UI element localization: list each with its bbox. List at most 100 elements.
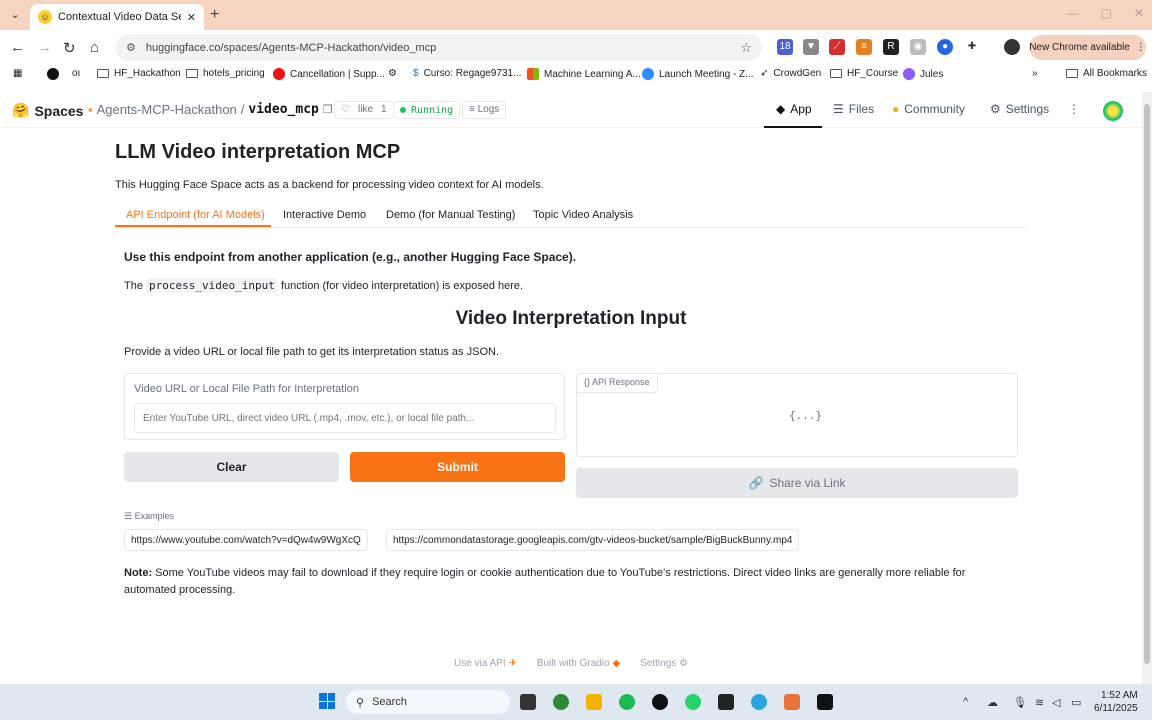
close-window-icon[interactable]: ✕ [1134, 6, 1144, 20]
all-bookmarks[interactable]: All Bookmarks [1066, 68, 1147, 79]
file-explorer-icon[interactable] [586, 694, 602, 710]
all-bookmarks-label: All Bookmarks [1083, 68, 1147, 79]
camera-icon[interactable]: ◉ [910, 39, 926, 55]
maximize-icon[interactable]: ▢ [1101, 6, 1112, 20]
bookmark-item[interactable]: Machine Learning A... [527, 68, 641, 80]
video-url-input[interactable] [134, 403, 556, 433]
wifi-icon[interactable]: ≋ [1035, 696, 1044, 709]
user-avatar[interactable] [1103, 101, 1123, 121]
chrome-icon[interactable] [553, 694, 569, 710]
extension-new-icon[interactable]: ≡ [856, 39, 872, 55]
site-info-icon[interactable]: ⚙ [126, 41, 136, 54]
telegram-icon[interactable] [751, 694, 767, 710]
minimize-icon[interactable]: — [1067, 6, 1079, 20]
tab-app-label: App [790, 102, 812, 116]
tab-manual-demo[interactable]: Demo (for Manual Testing) [386, 209, 515, 221]
bookmark-item[interactable]: Launch Meeting - Z... [642, 68, 754, 80]
forward-icon[interactable]: → [37, 39, 52, 56]
status-badge[interactable]: Running [393, 101, 461, 119]
tab-settings[interactable]: ⚙ Settings [990, 102, 1049, 116]
submit-button[interactable]: Submit [350, 452, 565, 482]
back-icon[interactable]: ← [10, 39, 25, 56]
hf-favicon-icon: ☺ [38, 10, 52, 24]
bookmark-item[interactable]: Cancellation | Supp... [273, 68, 385, 80]
tab-topic-video-analysis[interactable]: Topic Video Analysis [533, 209, 633, 221]
extension-badge-icon[interactable]: 18 [777, 39, 793, 55]
breadcrumb: ▪ Agents-MCP-Hackathon / video_mcp ❐ [88, 102, 333, 117]
use-via-api-link[interactable]: Use via API ✈ [454, 658, 517, 669]
page-scrollbar[interactable] [1142, 92, 1152, 684]
bookmark-item[interactable]: $ Curso: Regage9731... [413, 68, 521, 79]
org-link[interactable]: Agents-MCP-Hackathon [97, 102, 237, 117]
terminal-icon[interactable] [817, 694, 833, 710]
task-view-icon[interactable] [520, 694, 536, 710]
more-options-icon[interactable]: ⋮ [1068, 102, 1080, 116]
new-tab-button[interactable]: + [210, 6, 219, 24]
app-w-icon[interactable] [718, 694, 734, 710]
tray-overflow-icon[interactable]: ^ [963, 696, 968, 708]
windows-start-icon[interactable] [319, 693, 335, 709]
onedrive-icon[interactable]: ☁ [987, 696, 998, 709]
kebab-menu-icon[interactable]: ⋮ [1136, 42, 1146, 53]
bookmark-star-icon[interactable]: ☆ [740, 40, 752, 56]
battery-icon[interactable]: ▭ [1071, 696, 1081, 709]
browser-tab[interactable]: ☺ Contextual Video Data Server (I ✕ [30, 4, 204, 30]
system-clock[interactable]: 1:52 AM 6/11/2025 [1094, 689, 1138, 715]
heart-icon: ♡ [341, 104, 350, 115]
like-button[interactable]: ♡ like 1 [334, 101, 394, 119]
reload-icon[interactable]: ↻ [63, 39, 76, 57]
volume-icon[interactable]: ◁ [1052, 696, 1060, 709]
like-label: like [357, 104, 373, 115]
new-chrome-available-button[interactable]: New Chrome available ⋮ [1029, 35, 1146, 60]
tab-app[interactable]: ◆ App [776, 102, 812, 116]
jules-icon [903, 68, 915, 80]
apps-grid-icon[interactable]: ▦ [13, 68, 22, 79]
share-via-link-button[interactable]: 🔗 Share via Link [576, 468, 1018, 498]
built-with-gradio-link[interactable]: Built with Gradio ◆ [537, 658, 620, 669]
extension-icon[interactable]: ▼ [803, 39, 819, 55]
home-icon[interactable]: ⌂ [90, 39, 99, 56]
copy-icon[interactable]: ❐ [323, 103, 333, 116]
upwork-icon[interactable] [47, 68, 59, 80]
bookmark-item[interactable]: Jules [903, 68, 943, 80]
tab-close-icon[interactable]: ✕ [187, 11, 196, 24]
address-bar[interactable]: ⚙ huggingface.co/spaces/Agents-MCP-Hacka… [116, 34, 762, 61]
microphone-icon[interactable]: 🎙 [1013, 696, 1027, 709]
profile-avatar[interactable] [1004, 39, 1020, 55]
logs-button[interactable]: ≡ Logs [462, 101, 507, 119]
tab-files[interactable]: ☰ Files [833, 102, 874, 116]
scrollbar-thumb[interactable] [1144, 104, 1150, 664]
space-name-link[interactable]: video_mcp [248, 102, 318, 117]
example-mp4-url[interactable]: https://commondatastorage.googleapis.com… [386, 529, 800, 551]
tab-search-icon[interactable]: ⌄ [6, 6, 24, 24]
extension-globe-icon[interactable]: ● [937, 39, 953, 55]
taskbar-search[interactable]: ⚲ Search [346, 690, 510, 714]
bookmark-item[interactable]: HF_Course [830, 68, 898, 79]
extension-r-icon[interactable]: R [883, 39, 899, 55]
bookmark-item[interactable]: ➶ CrowdGen [760, 68, 821, 79]
search-icon: ⚲ [356, 696, 365, 709]
spotify-icon[interactable] [619, 694, 635, 710]
whatsapp-icon[interactable] [685, 694, 701, 710]
extension-pdf-icon[interactable]: ⟋ [829, 39, 845, 55]
more-bookmarks-icon[interactable]: » [1032, 68, 1038, 79]
claude-icon[interactable] [784, 694, 800, 710]
tab-files-label: Files [848, 102, 875, 116]
spaces-logo[interactable]: 🤗 Spaces [12, 102, 83, 119]
status-dot-icon [400, 107, 406, 113]
clear-button[interactable]: Clear [124, 452, 339, 482]
bookmark-item[interactable]: hotels_pricing [186, 68, 265, 79]
bookmark-item[interactable]: HF_Hackathon [97, 68, 181, 79]
tab-api-endpoint[interactable]: API Endpoint (for AI Models) [126, 209, 265, 221]
upwork-app-icon[interactable] [652, 694, 668, 710]
settings-bookmark-icon[interactable]: ⚙ [388, 68, 397, 79]
tab-community[interactable]: ● Community [892, 102, 965, 116]
extensions-puzzle-icon[interactable]: ✚ [964, 39, 980, 55]
api-response-json[interactable]: {...} [789, 409, 822, 422]
spaces-label: Spaces [34, 102, 84, 119]
footer-settings-link[interactable]: Settings ⚙ [640, 658, 688, 669]
url-text[interactable]: huggingface.co/spaces/Agents-MCP-Hackath… [146, 42, 730, 54]
bookmark-oi-icon[interactable]: oı [72, 68, 80, 79]
example-youtube-url[interactable]: https://www.youtube.com/watch?v=dQw4w9Wg… [124, 529, 368, 551]
tab-interactive-demo[interactable]: Interactive Demo [283, 209, 366, 221]
